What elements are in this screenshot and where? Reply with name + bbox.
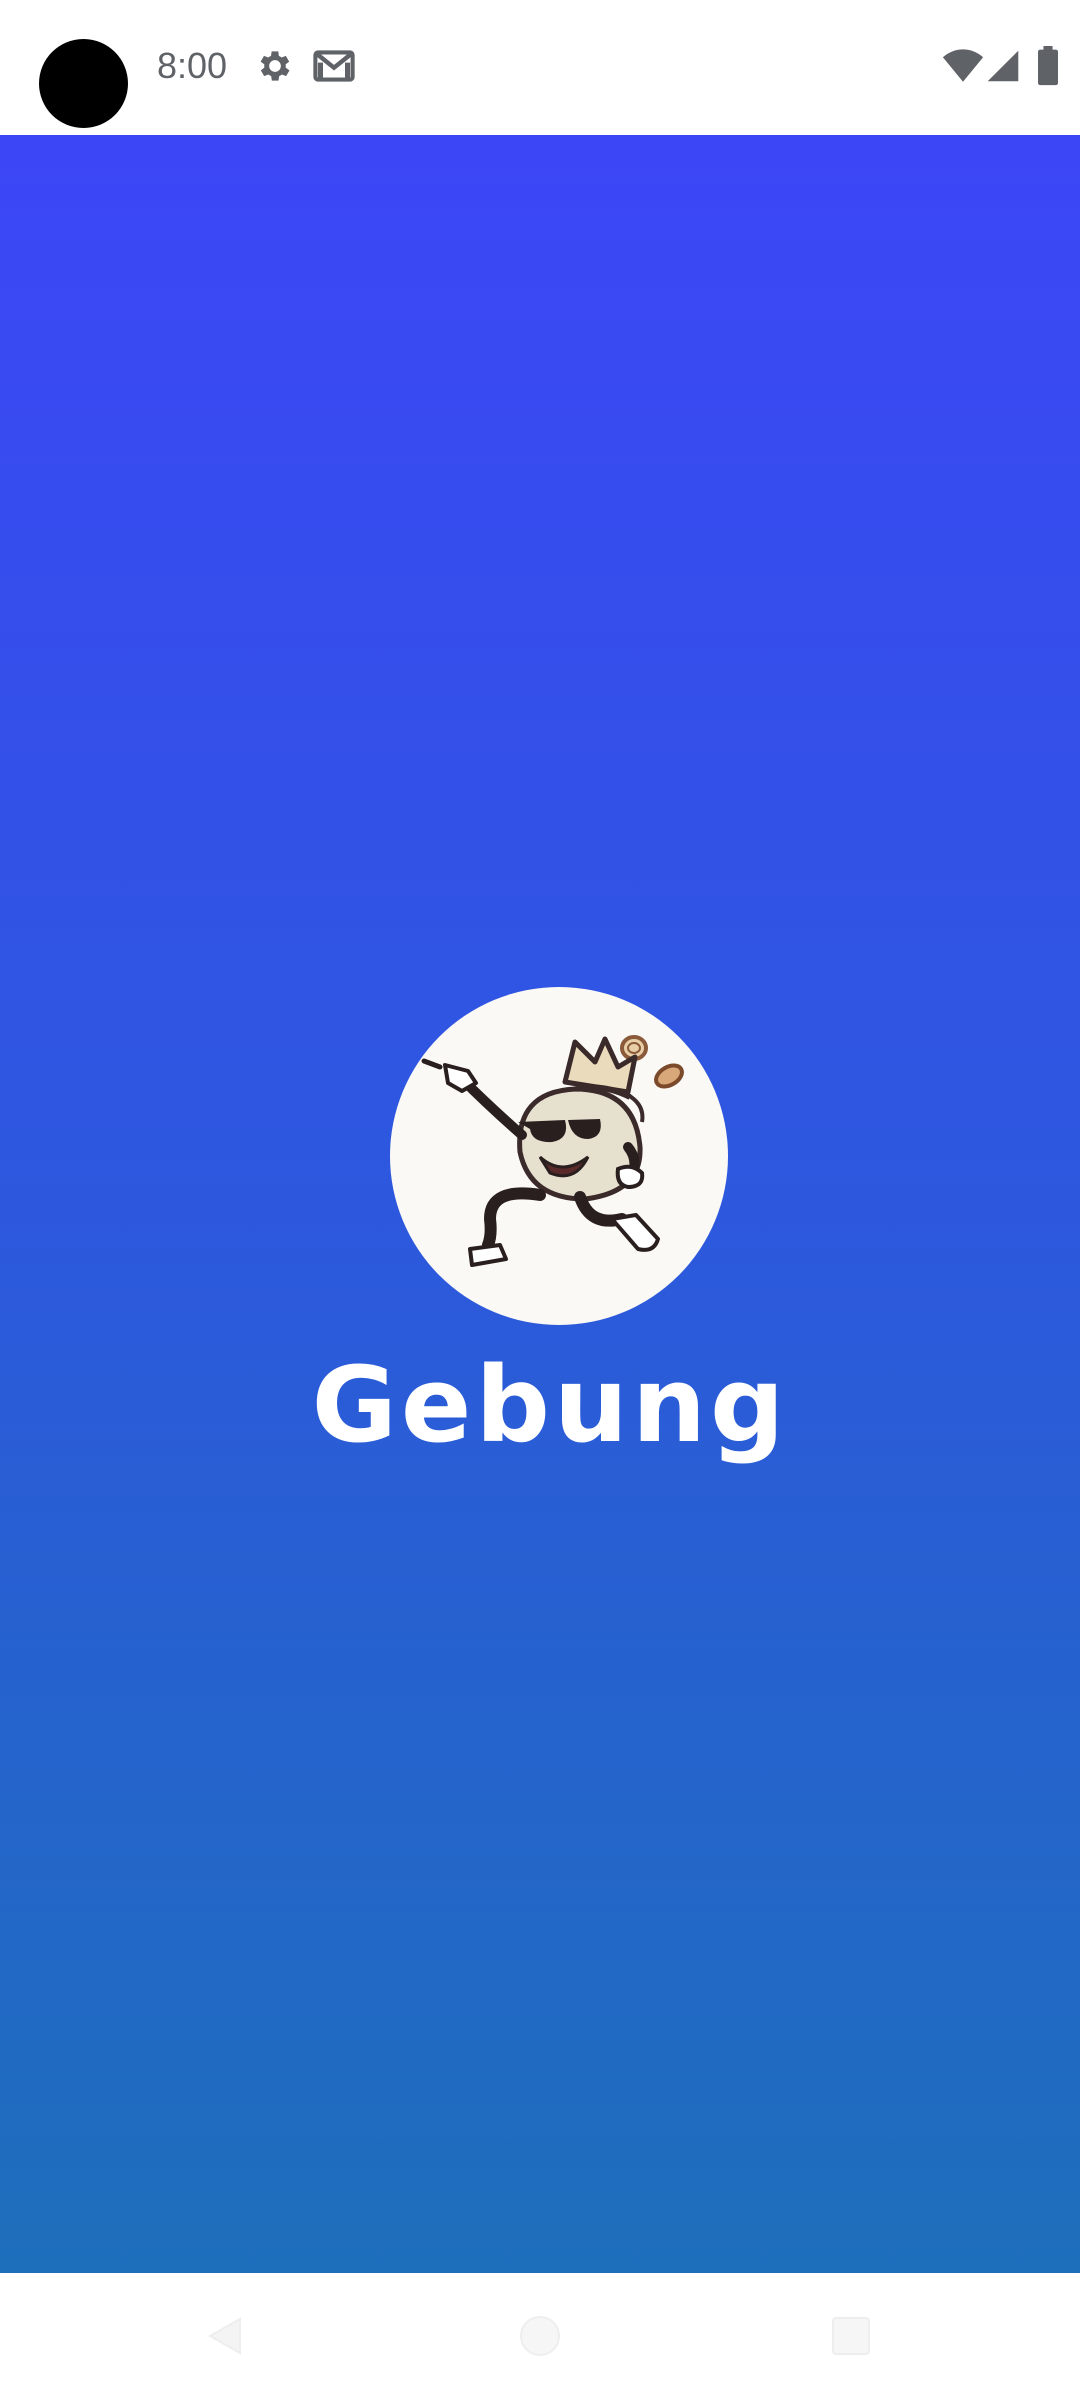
gmail-icon xyxy=(313,50,355,82)
status-bar: 8:00 xyxy=(0,0,1080,135)
recents-icon[interactable] xyxy=(826,2311,876,2361)
battery-icon xyxy=(1038,46,1058,86)
app-name: Gebung xyxy=(311,1344,789,1466)
splash-background: Gebung xyxy=(0,135,1080,2273)
splash-screen: 8:00 Gebung xyxy=(0,0,1080,2400)
camera-cutout xyxy=(39,39,128,128)
app-logo xyxy=(390,987,728,1325)
wifi-icon xyxy=(942,49,984,82)
navigation-bar xyxy=(0,2273,1080,2400)
back-icon[interactable] xyxy=(200,2311,250,2361)
home-icon[interactable] xyxy=(515,2311,565,2361)
status-time: 8:00 xyxy=(157,45,228,86)
money-bag-mascot-logo xyxy=(421,1035,684,1267)
cell-signal-icon xyxy=(987,50,1019,82)
settings-icon xyxy=(260,51,290,81)
